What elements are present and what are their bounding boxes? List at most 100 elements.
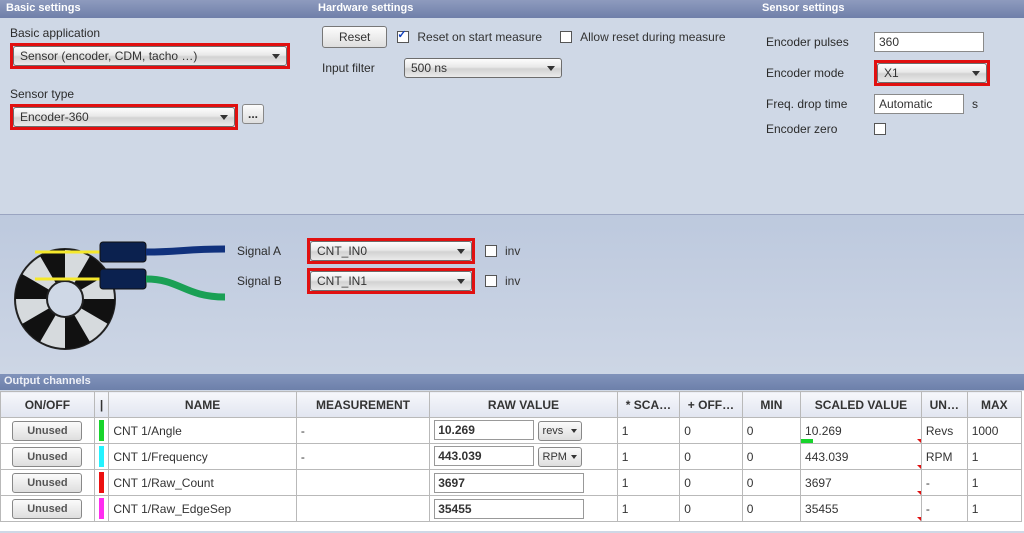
reset-on-start-label: Reset on start measure xyxy=(417,30,542,44)
col-scale[interactable]: * SCA… xyxy=(617,392,680,418)
onoff-button[interactable]: Unused xyxy=(12,447,82,467)
section-title-hardware: Hardware settings xyxy=(312,0,756,18)
channel-name[interactable]: CNT 1/Angle xyxy=(109,418,297,444)
chevron-down-icon xyxy=(972,71,980,76)
reset-button[interactable]: Reset xyxy=(322,26,387,48)
raw-value-cell[interactable]: 443.039 RPM xyxy=(430,444,618,470)
allow-reset-checkbox[interactable] xyxy=(560,31,572,43)
channel-name[interactable]: CNT 1/Frequency xyxy=(109,444,297,470)
section-title-output: Output channels xyxy=(0,374,1024,390)
color-chip[interactable] xyxy=(99,420,105,441)
col-max[interactable]: MAX xyxy=(967,392,1021,418)
input-filter-value: 500 ns xyxy=(411,61,447,75)
table-row: UnusedCNT 1/Frequency-443.039 RPM100443.… xyxy=(1,444,1022,470)
encoder-pulses-label: Encoder pulses xyxy=(766,35,866,49)
scaled-value-cell: 35455 xyxy=(801,496,922,522)
scale-cell[interactable]: 1 xyxy=(617,470,680,496)
onoff-button[interactable]: Unused xyxy=(12,421,82,441)
unit-cell[interactable]: - xyxy=(921,496,967,522)
section-title-basic: Basic settings xyxy=(0,0,312,18)
col-min[interactable]: MIN xyxy=(742,392,800,418)
col-color[interactable]: | xyxy=(94,392,109,418)
color-chip[interactable] xyxy=(99,446,105,467)
max-cell[interactable]: 1 xyxy=(967,470,1021,496)
sensor-type-value: Encoder-360 xyxy=(20,110,89,124)
signal-a-value: CNT_IN0 xyxy=(317,244,367,258)
freq-drop-unit: s xyxy=(972,97,978,111)
encoder-graphic-icon xyxy=(10,224,230,374)
section-title-sensor: Sensor settings xyxy=(756,0,1024,18)
signal-a-inv-checkbox[interactable] xyxy=(485,245,497,257)
table-row: UnusedCNT 1/Raw_EdgeSep3545510035455-1 xyxy=(1,496,1022,522)
color-chip[interactable] xyxy=(99,498,105,519)
offset-cell[interactable]: 0 xyxy=(680,444,743,470)
reset-on-start-checkbox[interactable] xyxy=(397,31,409,43)
min-cell[interactable]: 0 xyxy=(742,418,800,444)
offset-cell[interactable]: 0 xyxy=(680,496,743,522)
input-filter-label: Input filter xyxy=(322,61,394,75)
chevron-down-icon xyxy=(547,66,555,71)
chevron-down-icon xyxy=(457,279,465,284)
scale-cell[interactable]: 1 xyxy=(617,444,680,470)
raw-value-cell[interactable]: 35455 xyxy=(430,496,618,522)
max-cell[interactable]: 1 xyxy=(967,444,1021,470)
measurement-cell[interactable] xyxy=(296,470,429,496)
signal-b-inv-label: inv xyxy=(505,274,520,288)
col-offset[interactable]: + OFF… xyxy=(680,392,743,418)
signal-a-label: Signal A xyxy=(237,244,297,258)
measurement-cell[interactable] xyxy=(296,496,429,522)
col-onoff[interactable]: ON/OFF xyxy=(1,392,95,418)
min-cell[interactable]: 0 xyxy=(742,470,800,496)
col-raw[interactable]: RAW VALUE xyxy=(430,392,618,418)
chevron-down-icon xyxy=(272,54,280,59)
scaled-value-cell: 10.269 xyxy=(801,418,922,444)
basic-application-dropdown[interactable]: Sensor (encoder, CDM, tacho …) xyxy=(13,46,287,66)
offset-cell[interactable]: 0 xyxy=(680,470,743,496)
max-cell[interactable]: 1 xyxy=(967,496,1021,522)
onoff-button[interactable]: Unused xyxy=(12,499,82,519)
col-unit[interactable]: UN… xyxy=(921,392,967,418)
input-filter-dropdown[interactable]: 500 ns xyxy=(404,58,562,78)
sensor-type-dropdown[interactable]: Encoder-360 xyxy=(13,107,235,127)
min-cell[interactable]: 0 xyxy=(742,496,800,522)
channel-name[interactable]: CNT 1/Raw_EdgeSep xyxy=(109,496,297,522)
max-cell[interactable]: 1000 xyxy=(967,418,1021,444)
sensor-type-more-button[interactable]: ... xyxy=(242,104,264,124)
encoder-zero-checkbox[interactable] xyxy=(874,123,886,135)
raw-value-cell[interactable]: 3697 xyxy=(430,470,618,496)
color-chip[interactable] xyxy=(99,472,105,493)
freq-drop-input[interactable]: Automatic xyxy=(874,94,964,114)
col-meas[interactable]: MEASUREMENT xyxy=(296,392,429,418)
measurement-cell[interactable]: - xyxy=(296,418,429,444)
signal-b-label: Signal B xyxy=(237,274,297,288)
encoder-mode-label: Encoder mode xyxy=(766,66,866,80)
min-cell[interactable]: 0 xyxy=(742,444,800,470)
raw-value-cell[interactable]: 10.269 revs xyxy=(430,418,618,444)
chevron-down-icon xyxy=(220,115,228,120)
encoder-zero-label: Encoder zero xyxy=(766,122,866,136)
basic-application-value: Sensor (encoder, CDM, tacho …) xyxy=(20,49,197,63)
encoder-mode-dropdown[interactable]: X1 xyxy=(877,63,987,83)
signal-b-dropdown[interactable]: CNT_IN1 xyxy=(310,271,472,291)
unit-cell[interactable]: - xyxy=(921,470,967,496)
unit-cell[interactable]: Revs xyxy=(921,418,967,444)
raw-unit-dropdown[interactable]: revs xyxy=(538,421,582,441)
signal-b-inv-checkbox[interactable] xyxy=(485,275,497,287)
measurement-cell[interactable]: - xyxy=(296,444,429,470)
encoder-pulses-input[interactable]: 360 xyxy=(874,32,984,52)
onoff-button[interactable]: Unused xyxy=(12,473,82,493)
col-name[interactable]: NAME xyxy=(109,392,297,418)
basic-application-label: Basic application xyxy=(10,26,302,40)
offset-cell[interactable]: 0 xyxy=(680,418,743,444)
unit-cell[interactable]: RPM xyxy=(921,444,967,470)
col-scaled[interactable]: SCALED VALUE xyxy=(801,392,922,418)
channel-name[interactable]: CNT 1/Raw_Count xyxy=(109,470,297,496)
scale-cell[interactable]: 1 xyxy=(617,418,680,444)
scale-cell[interactable]: 1 xyxy=(617,496,680,522)
signal-a-dropdown[interactable]: CNT_IN0 xyxy=(310,241,472,261)
output-channels-table: ON/OFF | NAME MEASUREMENT RAW VALUE * SC… xyxy=(0,391,1022,522)
raw-unit-dropdown[interactable]: RPM xyxy=(538,447,582,467)
encoder-mode-value: X1 xyxy=(884,66,899,80)
table-row: UnusedCNT 1/Angle-10.269 revs10010.269Re… xyxy=(1,418,1022,444)
allow-reset-label: Allow reset during measure xyxy=(580,30,725,44)
